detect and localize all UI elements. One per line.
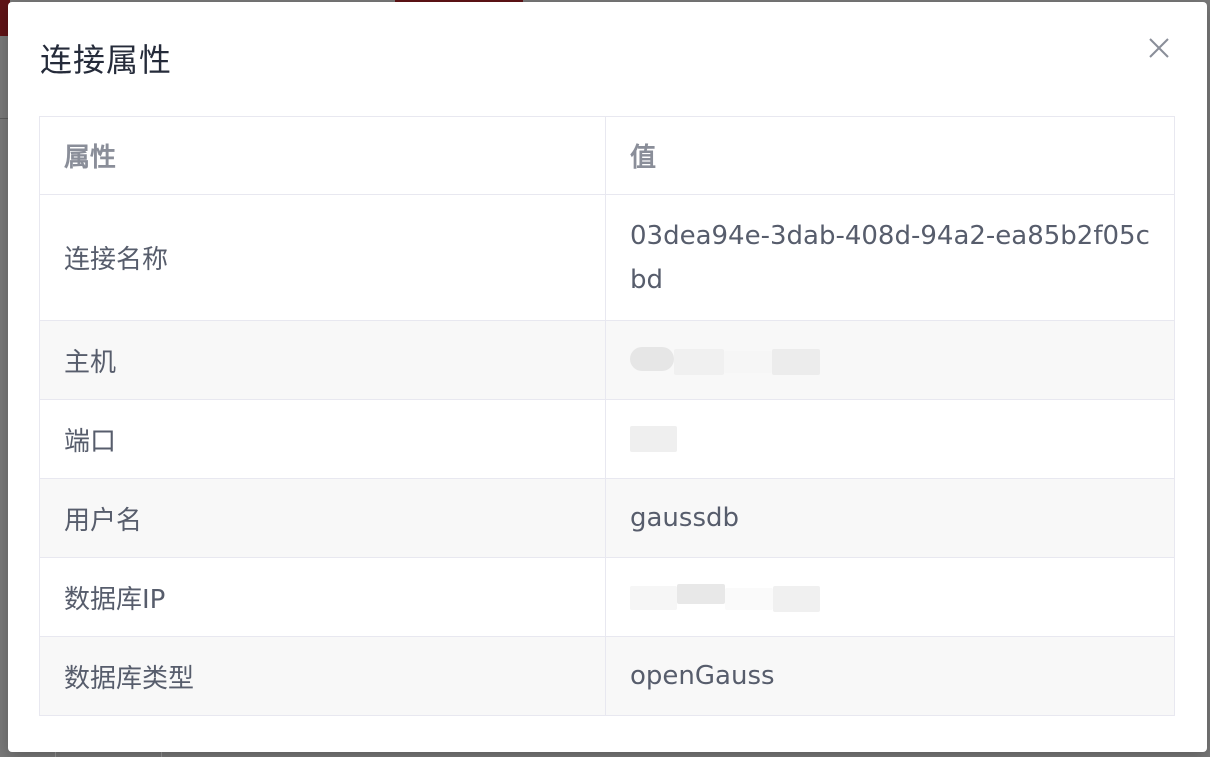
row-value-database-type: openGauss — [605, 636, 1175, 716]
row-key-connection-name: 连接名称 — [39, 194, 606, 321]
redacted-port-value — [630, 424, 1150, 454]
table-row: 数据库类型 openGauss — [39, 636, 1175, 716]
row-value-database-ip — [605, 557, 1175, 637]
connection-name-value: 03dea94e-3dab-408d-94a2-ea85b2f05cbd — [630, 220, 1150, 295]
table-row: 连接名称 03dea94e-3dab-408d-94a2-ea85b2f05cb… — [39, 194, 1175, 321]
table-row: 用户名 gaussdb — [39, 478, 1175, 558]
redacted-database-ip-value — [630, 582, 1150, 612]
table-row: 端口 — [39, 399, 1175, 479]
table-row: 主机 — [39, 320, 1175, 400]
table-row: 数据库IP — [39, 557, 1175, 637]
row-value-username: gaussdb — [605, 478, 1175, 558]
close-icon — [1149, 38, 1169, 58]
table-header-row: 属性 值 — [39, 116, 1175, 195]
row-value-host — [605, 320, 1175, 400]
row-value-port — [605, 399, 1175, 479]
connection-properties-dialog: 连接属性 属性 值 连接名称 03dea94e-3dab-408d-94a2-e… — [8, 2, 1207, 752]
header-property: 属性 — [39, 116, 606, 195]
dialog-title: 连接属性 — [40, 41, 173, 79]
row-key-database-ip: 数据库IP — [39, 557, 606, 637]
row-value-connection-name: 03dea94e-3dab-408d-94a2-ea85b2f05cbd — [605, 194, 1175, 321]
row-key-database-type: 数据库类型 — [39, 636, 606, 716]
close-button[interactable] — [1146, 35, 1172, 61]
row-key-host: 主机 — [39, 320, 606, 400]
row-key-username: 用户名 — [39, 478, 606, 558]
header-value: 值 — [605, 116, 1175, 195]
row-key-port: 端口 — [39, 399, 606, 479]
redacted-host-value — [630, 345, 1150, 375]
properties-table: 属性 值 连接名称 03dea94e-3dab-408d-94a2-ea85b2… — [39, 116, 1175, 716]
